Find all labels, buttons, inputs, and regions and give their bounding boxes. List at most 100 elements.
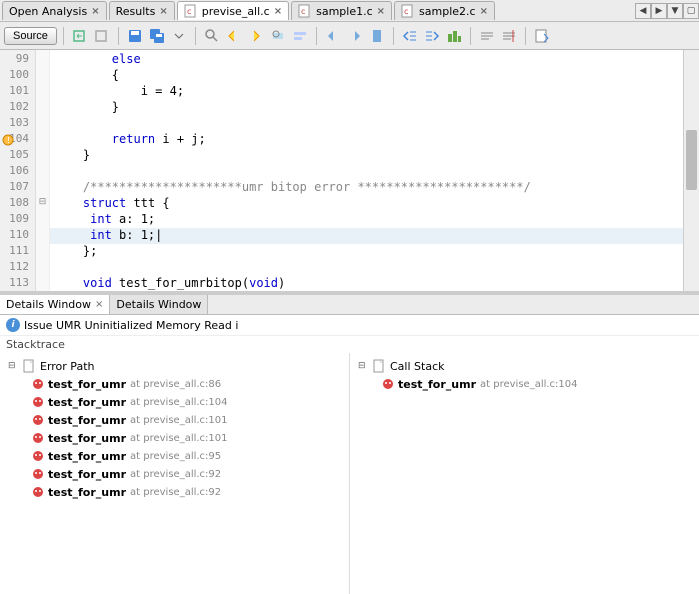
tab-list-button[interactable]: ▼ xyxy=(667,3,683,19)
call-stack-root[interactable]: ⊟ Call Stack xyxy=(354,357,695,375)
code-line[interactable]: } xyxy=(50,100,683,116)
code-line[interactable] xyxy=(50,260,683,276)
c-file-icon: c xyxy=(184,4,198,18)
shift-left-button[interactable] xyxy=(400,26,420,46)
error-path-title: Error Path xyxy=(40,360,94,373)
tab-results[interactable]: Results× xyxy=(109,1,175,20)
code-line[interactable] xyxy=(50,164,683,180)
location-text: at previse_all.c:92 xyxy=(130,469,221,480)
line-number: 103 xyxy=(0,116,35,132)
function-name: test_for_umr xyxy=(48,378,126,391)
maximize-button[interactable]: ▢ xyxy=(683,3,699,19)
details-tab[interactable]: Details Window× xyxy=(0,295,110,314)
toggle-highlight-button[interactable] xyxy=(290,26,310,46)
line-number: 108 xyxy=(0,196,35,212)
function-name: test_for_umr xyxy=(48,450,126,463)
code-line[interactable]: /*********************umr bitop error **… xyxy=(50,180,683,196)
error-path-tree[interactable]: ⊟ Error Path test_for_umr at previse_all… xyxy=(0,353,349,594)
error-path-item[interactable]: test_for_umr at previse_all.c:95 xyxy=(4,447,345,465)
scrollbar-thumb[interactable] xyxy=(686,130,697,190)
error-path-item[interactable]: test_for_umr at previse_all.c:101 xyxy=(4,429,345,447)
bug-icon xyxy=(32,486,44,498)
c-file-icon: c xyxy=(401,4,415,18)
expand-icon[interactable]: ⊟ xyxy=(8,361,18,371)
code-line[interactable]: void test_for_umrbitop(void) xyxy=(50,276,683,291)
error-path-item[interactable]: test_for_umr at previse_all.c:92 xyxy=(4,465,345,483)
line-number: 107 xyxy=(0,180,35,196)
code-line[interactable]: return i + j; xyxy=(50,132,683,148)
go-to-button[interactable] xyxy=(532,26,552,46)
bottom-tabs: Details Window×Details Window xyxy=(0,295,699,315)
details-tab[interactable]: Details Window xyxy=(110,295,208,314)
undo-dropdown[interactable] xyxy=(169,26,189,46)
call-stack-item[interactable]: test_for_umr at previse_all.c:104 xyxy=(354,375,695,393)
fold-toggle xyxy=(36,162,49,178)
close-icon[interactable]: × xyxy=(159,6,167,17)
close-icon[interactable]: × xyxy=(480,6,488,17)
line-number: 102 xyxy=(0,100,35,116)
find-prev-button[interactable] xyxy=(224,26,244,46)
expand-icon[interactable]: ⊟ xyxy=(358,361,368,371)
uncomment-button[interactable] xyxy=(499,26,519,46)
fold-toggle xyxy=(36,130,49,146)
error-path-item[interactable]: test_for_umr at previse_all.c:86 xyxy=(4,375,345,393)
tab-prev-button[interactable]: ◀ xyxy=(635,3,651,19)
next-bookmark-button[interactable] xyxy=(345,26,365,46)
code-line[interactable]: int b: 1;| xyxy=(50,228,683,244)
line-number: 99 xyxy=(0,52,35,68)
code-line[interactable]: } xyxy=(50,148,683,164)
file-icon xyxy=(372,359,386,373)
stacktrace-panel: ⊟ Error Path test_for_umr at previse_all… xyxy=(0,353,699,594)
tab-next-button[interactable]: ▶ xyxy=(651,3,667,19)
find-selection-button[interactable] xyxy=(268,26,288,46)
vertical-scrollbar[interactable] xyxy=(683,50,699,291)
save-button[interactable] xyxy=(125,26,145,46)
toggle-bookmark-button[interactable] xyxy=(367,26,387,46)
line-number-gutter: 99100101102103!1041051061071081091101111… xyxy=(0,50,36,291)
close-icon[interactable]: × xyxy=(91,6,99,17)
tab-open-analysis[interactable]: Open Analysis× xyxy=(2,1,107,20)
comment-button[interactable] xyxy=(477,26,497,46)
tab-label: sample1.c xyxy=(316,5,373,18)
tab-previse-all-c[interactable]: c previse_all.c × xyxy=(177,1,289,20)
code-line[interactable]: { xyxy=(50,68,683,84)
close-icon[interactable]: × xyxy=(274,6,282,17)
error-path-root[interactable]: ⊟ Error Path xyxy=(4,357,345,375)
code-line[interactable]: }; xyxy=(50,244,683,260)
issue-bar: i Issue UMR Uninitialized Memory Read i xyxy=(0,315,699,336)
code-editor[interactable]: 99100101102103!1041051061071081091101111… xyxy=(0,50,699,291)
tab-sample2-c[interactable]: c sample2.c × xyxy=(394,1,495,20)
tab-sample1-c[interactable]: csample1.c× xyxy=(291,1,392,20)
save-all-button[interactable] xyxy=(147,26,167,46)
code-line[interactable]: i = 4; xyxy=(50,84,683,100)
history-back-button[interactable] xyxy=(70,26,90,46)
fold-gutter[interactable]: ⊟⊟ xyxy=(36,50,50,291)
find-next-button[interactable] xyxy=(246,26,266,46)
location-text: at previse_all.c:104 xyxy=(480,379,578,390)
error-path-item[interactable]: test_for_umr at previse_all.c:101 xyxy=(4,411,345,429)
code-area[interactable]: else { i = 4; } return i + j; } /*******… xyxy=(50,50,683,291)
close-icon[interactable]: × xyxy=(95,299,103,310)
code-line[interactable]: int a: 1; xyxy=(50,212,683,228)
tab-label: previse_all.c xyxy=(202,5,270,18)
fold-toggle xyxy=(36,226,49,242)
code-line[interactable]: struct ttt { xyxy=(50,196,683,212)
prev-bookmark-button[interactable] xyxy=(323,26,343,46)
tab-label: sample2.c xyxy=(419,5,476,18)
code-line[interactable]: else xyxy=(50,52,683,68)
code-line[interactable] xyxy=(50,116,683,132)
fold-toggle[interactable]: ⊟ xyxy=(36,290,49,291)
shift-right-button[interactable] xyxy=(422,26,442,46)
error-path-item[interactable]: test_for_umr at previse_all.c:104 xyxy=(4,393,345,411)
source-button[interactable]: Source xyxy=(4,27,57,45)
call-stack-tree[interactable]: ⊟ Call Stack test_for_umr at previse_all… xyxy=(349,353,699,594)
macro-button[interactable] xyxy=(444,26,464,46)
history-fwd-button[interactable] xyxy=(92,26,112,46)
location-text: at previse_all.c:101 xyxy=(130,415,228,426)
error-path-item[interactable]: test_for_umr at previse_all.c:92 xyxy=(4,483,345,501)
bug-icon xyxy=(32,378,44,390)
close-icon[interactable]: × xyxy=(377,6,385,17)
find-button[interactable] xyxy=(202,26,222,46)
svg-text:c: c xyxy=(187,7,191,16)
fold-toggle[interactable]: ⊟ xyxy=(36,194,49,210)
